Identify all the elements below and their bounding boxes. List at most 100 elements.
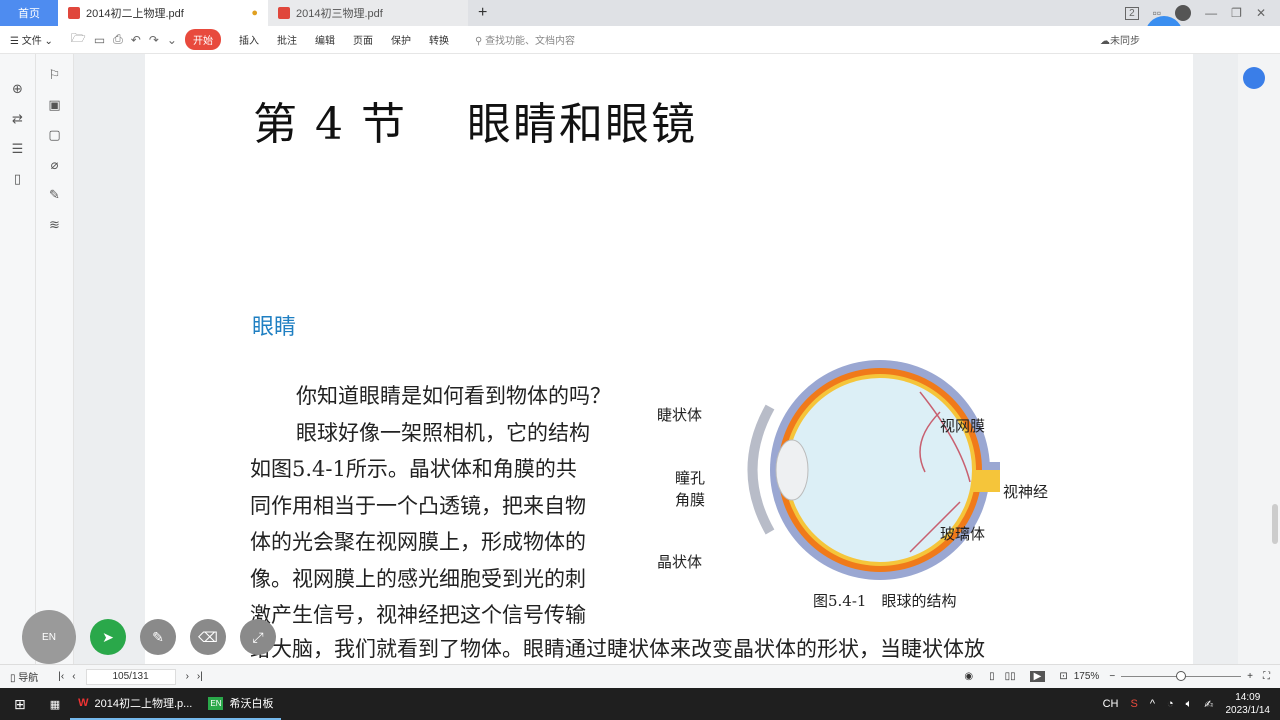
tab-page[interactable]: 页面 xyxy=(353,32,373,47)
left-panel: ⚐ ▣ ▢ ⌀ ✎ ≋ xyxy=(36,54,74,664)
pen-icon[interactable]: ✍︎ xyxy=(1204,698,1213,711)
image-icon[interactable]: ▣ xyxy=(36,90,73,120)
page-count-badge[interactable]: 2 xyxy=(1125,6,1139,20)
pdf-icon xyxy=(278,7,290,19)
calculator-icon[interactable]: ▦ xyxy=(40,698,70,711)
tray-chevron-icon[interactable]: ^ xyxy=(1150,698,1155,710)
network-icon[interactable]: ◔ xyxy=(1167,698,1174,710)
fullscreen-icon[interactable]: ⛶ xyxy=(1263,671,1270,682)
play-icon[interactable]: ▶ xyxy=(1029,671,1046,682)
comment-icon[interactable]: ▢ xyxy=(36,120,73,150)
find-icon[interactable]: ⊕ xyxy=(0,74,35,104)
nav-toggle[interactable]: ▯ 导航 xyxy=(10,669,38,684)
text-line: 像。视网膜上的感光细胞受到光的刺 xyxy=(250,566,586,591)
tab-active-document[interactable]: 2014初二上物理.pdf ● xyxy=(58,0,268,26)
keyboard-toggle-button[interactable]: EN xyxy=(22,610,76,664)
eye-diagram xyxy=(747,360,1000,580)
label-cornea: 角膜 xyxy=(675,491,706,509)
minimize-icon[interactable]: — xyxy=(1205,6,1217,20)
taskbar-app-seewo[interactable]: EN 希沃白板 xyxy=(200,688,282,720)
bookmark-icon[interactable]: ⚐ xyxy=(36,60,73,90)
toolbar: ☰ 文件 ⌄ 🗁 ▭ ⎙ ↶ ↷ ⌄ 开始 插入 批注 编辑 页面 保护 转换 … xyxy=(0,26,1280,54)
eye-protect-icon[interactable]: ◉ xyxy=(964,671,973,682)
new-tab-button[interactable]: + xyxy=(478,4,487,22)
redo-icon[interactable]: ↷ xyxy=(149,33,159,47)
seewo-icon: EN xyxy=(208,696,224,710)
text-line: 同作用相当于一个凸透镜，把来自物 xyxy=(250,493,586,518)
prev-page-icon[interactable]: ‹ xyxy=(72,671,75,682)
tab-edit[interactable]: 编辑 xyxy=(315,32,335,47)
floating-pen-tools: EN ➤ ✎ ⌫ ⤢ xyxy=(22,610,276,664)
search-placeholder: 查找功能、文档内容 xyxy=(485,36,576,47)
label-ciliary-body: 睫状体 xyxy=(657,406,703,424)
pdf-icon xyxy=(68,7,80,19)
zoom-level[interactable]: 175% xyxy=(1074,671,1100,682)
reader-icon[interactable]: ▯ xyxy=(0,164,35,194)
sogou-icon[interactable]: S xyxy=(1131,698,1138,710)
task-label: 2014初二上物理.p... xyxy=(94,698,193,710)
close-icon[interactable]: ✕ xyxy=(1256,6,1266,20)
scrollbar[interactable] xyxy=(1272,504,1278,544)
zoom-in-icon[interactable]: + xyxy=(1247,671,1253,682)
page-number-input[interactable]: 105/131 xyxy=(85,668,176,685)
text-line: 眼球好像一架照相机，它的结构 xyxy=(296,420,590,445)
section-number: 第 4 节 xyxy=(253,99,407,150)
pen-tool-icon[interactable]: ✎ xyxy=(140,619,176,655)
fullscreen-tool-icon[interactable]: ⤢ xyxy=(240,619,276,655)
windows-start-icon[interactable]: ⊞ xyxy=(0,696,40,713)
volume-icon[interactable]: 🔈︎ xyxy=(1186,698,1193,711)
assistant-icon[interactable] xyxy=(1243,67,1265,89)
avatar[interactable] xyxy=(1175,5,1192,21)
text-line: 如图5.4-1所示。晶状体和角膜的共 xyxy=(250,457,577,481)
settings-sliders-icon[interactable]: ☰ xyxy=(0,134,35,164)
next-page-icon[interactable]: › xyxy=(186,671,189,682)
zoom-slider[interactable] xyxy=(1121,671,1242,681)
label-retina: 视网膜 xyxy=(940,417,986,435)
tab-annotate[interactable]: 批注 xyxy=(277,32,297,47)
text-line: 你知道眼睛是如何看到物体的吗？ xyxy=(296,384,611,408)
tab-convert[interactable]: 转换 xyxy=(429,32,449,47)
open-icon[interactable]: 🗁 xyxy=(71,29,86,50)
tab-protect[interactable]: 保护 xyxy=(391,32,411,47)
signature-icon[interactable]: ✎ xyxy=(36,180,73,210)
text-line: 体的光会聚在视网膜上，形成物体的 xyxy=(250,530,586,554)
unsaved-dot-icon: ● xyxy=(251,7,258,19)
tab-document-2[interactable]: 2014初三物理.pdf xyxy=(268,0,468,26)
print-icon[interactable]: ⎙ xyxy=(113,32,123,47)
fit-width-icon[interactable]: ⊡ xyxy=(1059,671,1067,682)
date: 2023/1/14 xyxy=(1225,705,1271,716)
pointer-tool-icon[interactable]: ➤ xyxy=(90,619,126,655)
tab-label: 2014初三物理.pdf xyxy=(296,8,383,20)
text-line: 激产生信号，视神经把这个信号传输 xyxy=(250,603,586,627)
undo-icon[interactable]: ↶ xyxy=(131,33,141,47)
first-page-icon[interactable]: |‹ xyxy=(58,671,64,682)
tab-insert[interactable]: 插入 xyxy=(239,32,259,47)
input-language[interactable]: CH xyxy=(1103,698,1119,710)
section-title: 眼睛和眼镜 xyxy=(466,99,697,150)
single-page-icon[interactable]: ▯ xyxy=(989,671,995,682)
last-page-icon[interactable]: ›| xyxy=(197,671,203,682)
attachment-icon[interactable]: ⌀ xyxy=(36,150,73,180)
right-panel xyxy=(1238,54,1280,664)
tab-home[interactable]: 首页 xyxy=(0,0,58,26)
layers-icon[interactable]: ≋ xyxy=(36,210,73,240)
sync-status[interactable]: ☁未同步 xyxy=(1100,32,1140,47)
body-paragraph: 你知道眼睛是如何看到物体的吗？ 眼球好像一架照相机，它的结构 如图5.4-1所示… xyxy=(250,378,630,634)
search-box[interactable]: ⚲ 查找功能、文档内容 xyxy=(475,32,575,47)
clock[interactable]: 14:09 2023/1/14 xyxy=(1226,691,1271,717)
more-icon[interactable]: ⌄ xyxy=(167,33,177,47)
tab-bar: 首页 2014初二上物理.pdf ● 2014初三物理.pdf + 2 ▫▫ — … xyxy=(0,0,1280,26)
tab-label: 2014初二上物理.pdf xyxy=(86,8,184,20)
file-menu[interactable]: ☰ 文件 ⌄ xyxy=(10,32,53,47)
taskbar-app-wps[interactable]: W 2014初二上物理.p... xyxy=(70,688,201,720)
two-page-icon[interactable]: ▯▯ xyxy=(1005,671,1016,682)
eraser-tool-icon[interactable]: ⌫ xyxy=(190,619,226,655)
tab-start[interactable]: 开始 xyxy=(184,29,221,50)
restore-icon[interactable]: ❐ xyxy=(1231,6,1242,20)
nav-label: 导航 xyxy=(18,673,39,684)
subsection-heading: 眼睛 xyxy=(252,314,297,339)
translate-icon[interactable]: ⇄ xyxy=(0,104,35,134)
zoom-out-icon[interactable]: − xyxy=(1109,671,1115,682)
save-icon[interactable]: ▭ xyxy=(94,33,105,47)
left-toolbar: ⊕ ⇄ ☰ ▯ xyxy=(0,54,36,664)
